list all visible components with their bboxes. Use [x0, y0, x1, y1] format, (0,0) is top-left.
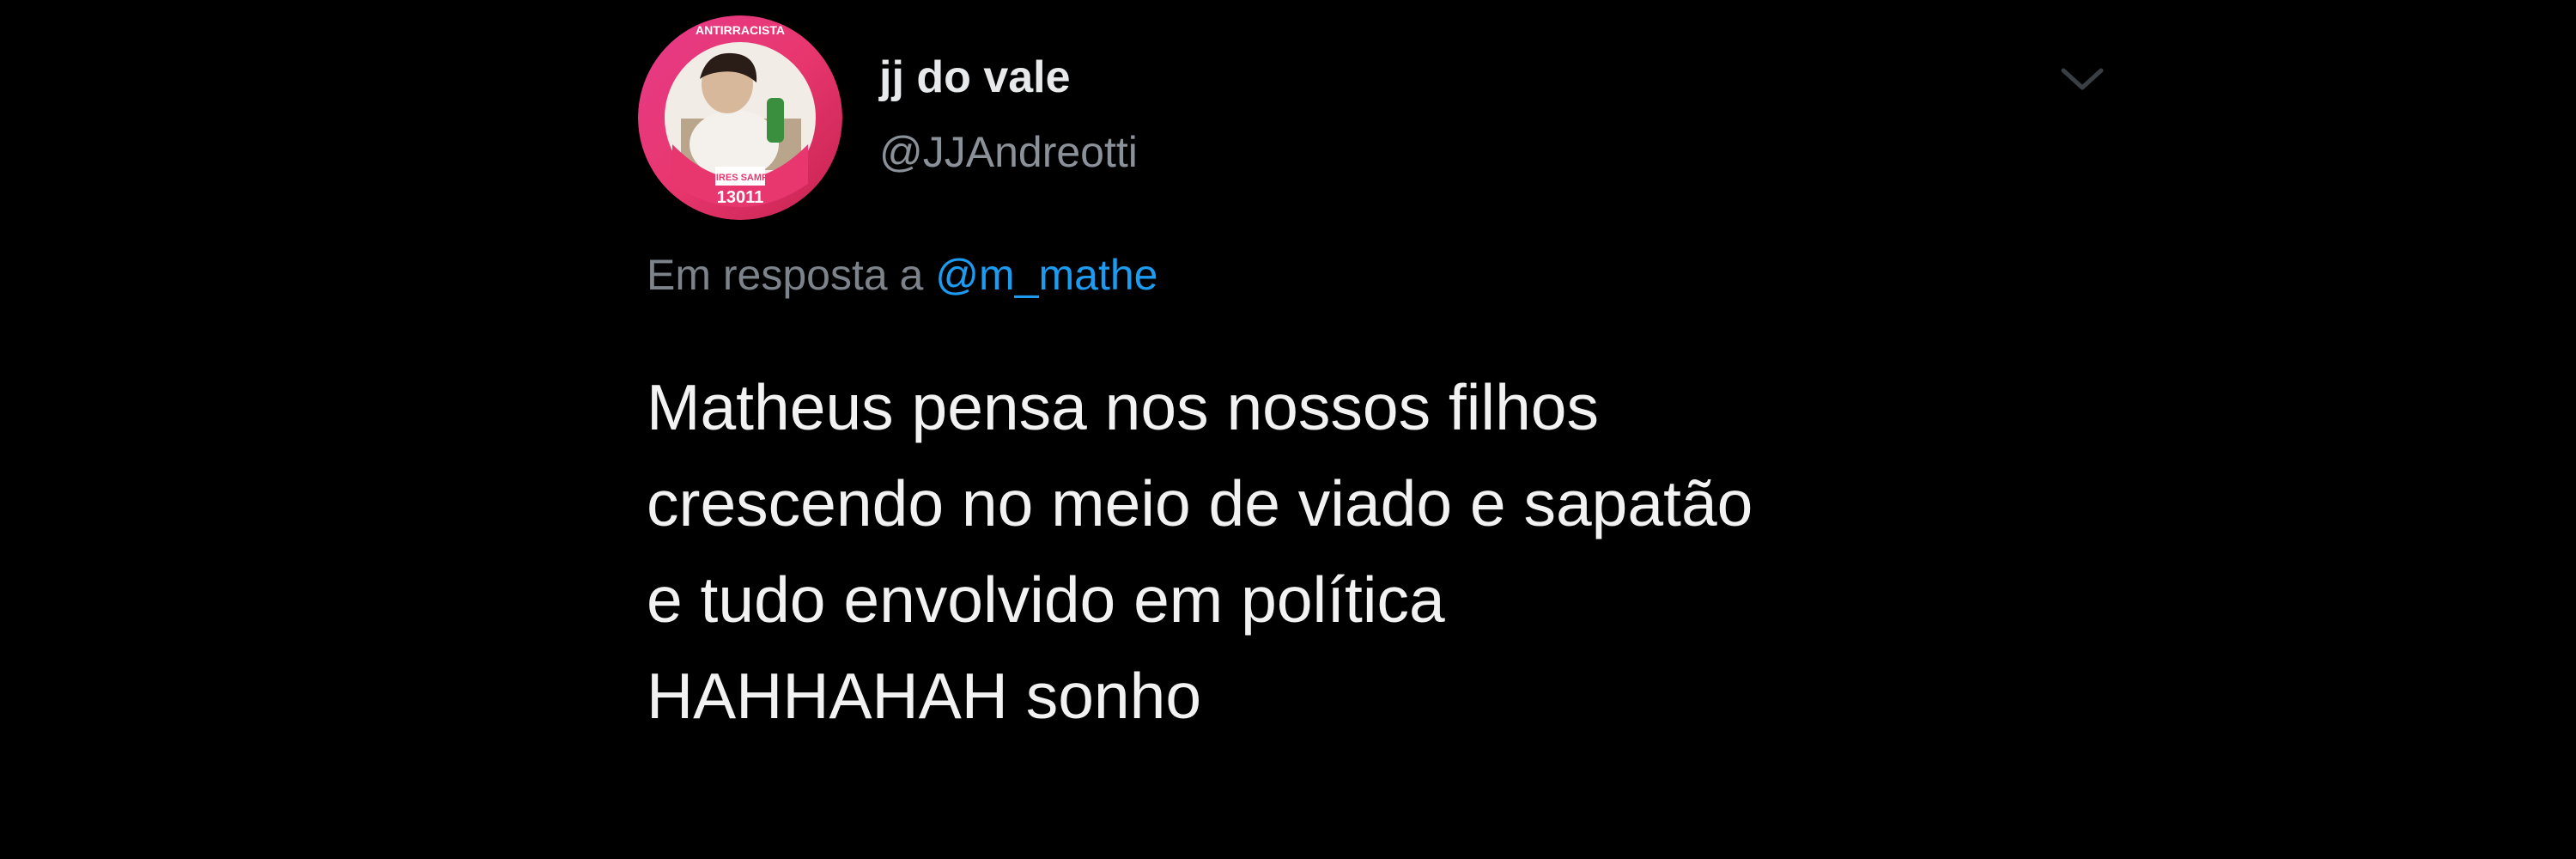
avatar-image: TAMIRES SAMPAIO 13011 ANTIRRACISTA	[638, 15, 842, 220]
reply-mention-link[interactable]: @m_mathe	[935, 251, 1157, 299]
reply-prefix: Em resposta a	[647, 251, 924, 299]
tweet-text-line: crescendo no meio de viado e sapatão	[647, 467, 1753, 539]
avatar-frame-banner: ANTIRRACISTA	[696, 23, 785, 37]
reply-context: Em resposta a @m_mathe	[647, 253, 1157, 296]
avatar[interactable]: TAMIRES SAMPAIO 13011 ANTIRRACISTA	[638, 15, 842, 220]
tweet: TAMIRES SAMPAIO 13011 ANTIRRACISTA jj do…	[0, 0, 2576, 859]
tweet-text: Matheus pensa nos nossos filhos crescend…	[647, 359, 2364, 744]
tweet-text-line: Matheus pensa nos nossos filhos	[647, 371, 1599, 443]
chevron-down-icon[interactable]	[2057, 62, 2108, 96]
avatar-frame-number: 13011	[717, 188, 764, 207]
tweet-text-line: e tudo envolvido em política	[647, 564, 1445, 636]
display-name[interactable]: jj do vale	[879, 55, 1071, 100]
avatar-frame-name: TAMIRES SAMPAIO	[696, 173, 785, 183]
user-handle[interactable]: @JJAndreotti	[879, 131, 1138, 174]
tweet-text-line: HAHHAHAH sonho	[647, 660, 1202, 732]
